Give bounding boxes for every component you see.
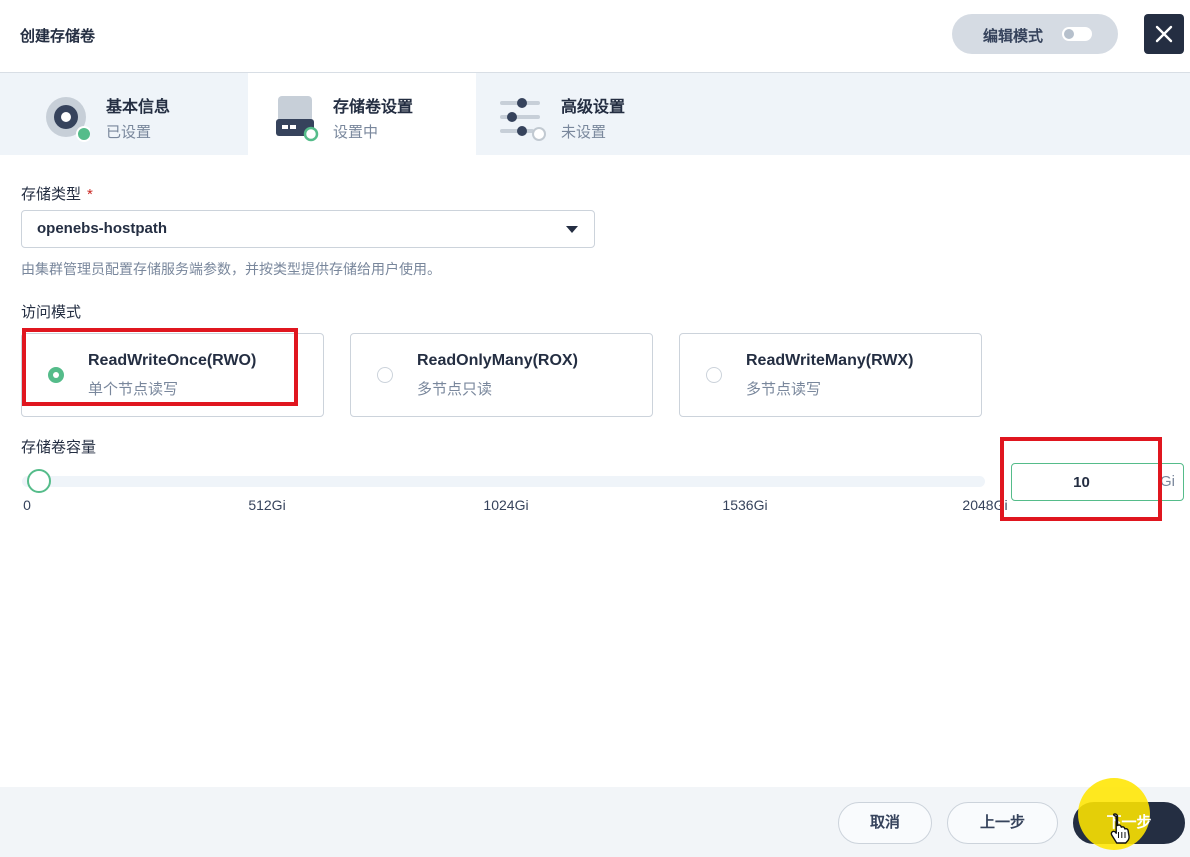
- slider-tick-label: 1024Gi: [483, 497, 529, 513]
- edit-mode-toggle[interactable]: 编辑模式: [952, 14, 1118, 54]
- tab-title: 基本信息: [106, 99, 171, 116]
- dialog-footer: 取消 上一步 下一步: [0, 787, 1190, 857]
- storage-class-select[interactable]: openebs-hostpath: [21, 210, 595, 248]
- capacity-slider-track[interactable]: [22, 469, 985, 493]
- close-icon: [1155, 25, 1173, 43]
- storage-type-label: 存储类型 *: [21, 183, 93, 204]
- tab-status: 设置中: [333, 124, 379, 141]
- caret-down-icon: [566, 226, 578, 233]
- disk-icon: [46, 97, 90, 142]
- tab-volume-settings[interactable]: 存储卷设置 设置中: [248, 73, 476, 155]
- close-button[interactable]: [1144, 14, 1184, 54]
- slider-tick-label: 1536Gi: [722, 497, 768, 513]
- option-title: ReadWriteMany(RWX): [746, 352, 914, 369]
- tab-status: 已设置: [106, 124, 152, 141]
- step-tabs: 基本信息 已设置 存储卷设置 设置中 高级设置 未设置: [0, 73, 1190, 155]
- required-mark: *: [87, 186, 93, 203]
- toggle-switch[interactable]: [1062, 27, 1092, 41]
- dialog-title: 创建存储卷: [20, 28, 96, 45]
- storage-type-label-text: 存储类型: [21, 186, 82, 203]
- tab-status: 未设置: [561, 124, 607, 141]
- tab-title: 存储卷设置: [333, 99, 414, 116]
- previous-step-button[interactable]: 上一步: [947, 802, 1058, 844]
- annotation-highlight-box: [1000, 437, 1162, 521]
- capacity-label: 存储卷容量: [21, 439, 97, 456]
- option-desc: 多节点读写: [746, 381, 822, 398]
- radio-button[interactable]: [706, 367, 722, 383]
- access-mode-label: 访问模式: [21, 304, 82, 321]
- option-desc: 多节点只读: [417, 381, 493, 398]
- storage-class-value: openebs-hostpath: [37, 220, 167, 237]
- radio-button[interactable]: [377, 367, 393, 383]
- sliders-icon: [500, 98, 546, 141]
- access-mode-option-rox[interactable]: ReadOnlyMany(ROX) 多节点只读: [350, 333, 653, 417]
- storage-class-help: 由集群管理员配置存储服务端参数，并按类型提供存储给用户使用。: [21, 261, 441, 277]
- annotation-highlight-box: [22, 328, 298, 406]
- drive-icon: [276, 96, 319, 142]
- option-title: ReadOnlyMany(ROX): [417, 352, 578, 369]
- cancel-button[interactable]: 取消: [838, 802, 932, 844]
- tab-advanced-settings[interactable]: 高级设置 未设置: [476, 73, 704, 155]
- capacity-slider-handle[interactable]: [26, 469, 51, 493]
- edit-mode-label: 编辑模式: [983, 28, 1044, 45]
- slider-tick-label: 0: [23, 497, 31, 513]
- access-mode-option-rwx[interactable]: ReadWriteMany(RWX) 多节点读写: [679, 333, 982, 417]
- dialog-header: 创建存储卷 编辑模式: [0, 0, 1190, 73]
- hand-cursor-icon: [1110, 813, 1130, 844]
- slider-tick-label: 512Gi: [248, 497, 286, 513]
- tab-title: 高级设置: [561, 99, 626, 116]
- capacity-unit: Gi: [1160, 473, 1175, 490]
- toggle-knob: [1064, 29, 1074, 39]
- tab-basic-info[interactable]: 基本信息 已设置: [0, 73, 248, 155]
